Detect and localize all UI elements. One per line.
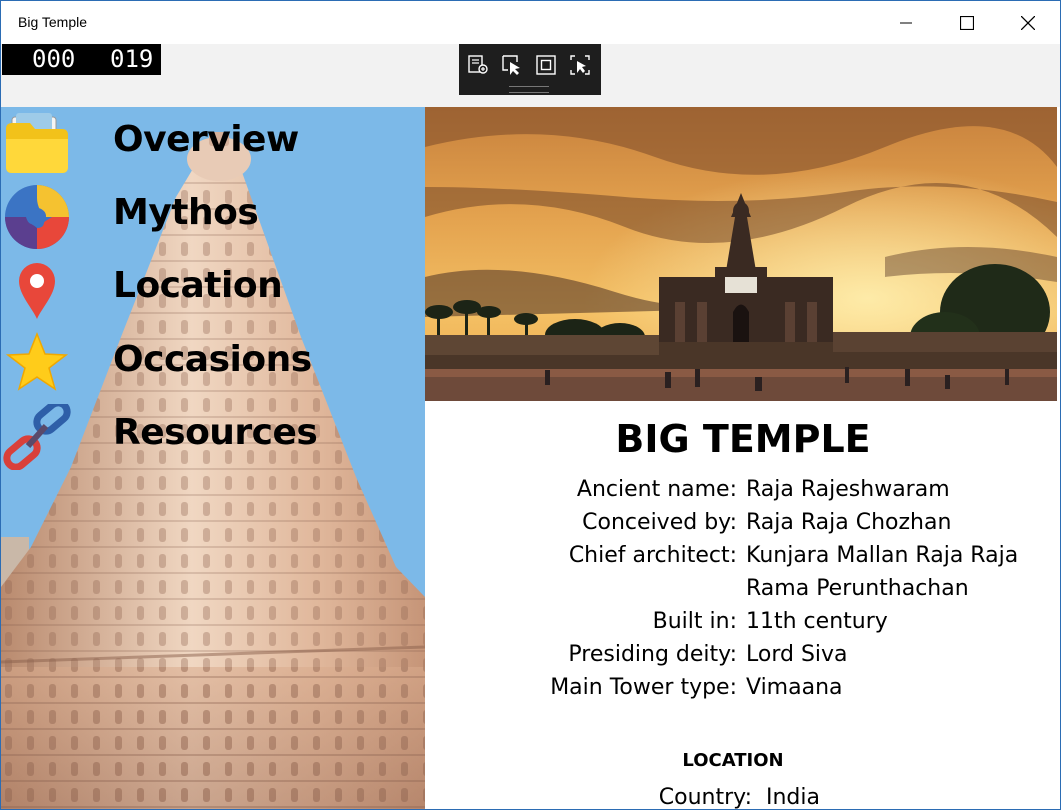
details-panel: BIG TEMPLE Ancient name: Raja Rajeshwara… xyxy=(425,401,1057,810)
track-focused-element-icon xyxy=(570,55,590,75)
minimize-button[interactable] xyxy=(883,1,929,44)
nav-label-mythos: Mythos xyxy=(113,192,259,233)
minimize-icon xyxy=(900,22,912,23)
title-bar: Big Temple xyxy=(1,1,1060,44)
track-focused-element-button[interactable] xyxy=(567,52,593,78)
toolbar-grip[interactable] xyxy=(509,86,549,93)
detail-value: Kunjara Mallan Raja Raja xyxy=(746,543,1019,568)
close-button[interactable] xyxy=(1005,1,1051,44)
detail-value: Lord Siva xyxy=(746,642,848,667)
debug-toolbar xyxy=(459,44,601,95)
maximize-button[interactable] xyxy=(944,1,990,44)
detail-label: Built in: xyxy=(652,609,737,634)
detail-value: Vimaana xyxy=(746,675,843,700)
detail-value: Raja Raja Chozhan xyxy=(746,510,952,535)
detail-value: Raja Rajeshwaram xyxy=(746,477,950,502)
nav-label-resources: Resources xyxy=(113,412,318,453)
nav-label-overview: Overview xyxy=(113,119,299,160)
frame-counter-left: 000 xyxy=(32,45,76,73)
map-pin-icon xyxy=(19,263,55,319)
temple-hero-image xyxy=(425,107,1057,401)
nav-label-location: Location xyxy=(113,265,283,306)
display-layout-adorners-button[interactable] xyxy=(533,52,559,78)
close-icon xyxy=(1021,15,1035,30)
nav-item-resources[interactable]: Resources xyxy=(1,404,425,470)
maximize-icon xyxy=(960,15,974,30)
select-element-button[interactable] xyxy=(499,52,525,78)
detail-value: Rama Perunthachan xyxy=(746,576,969,601)
frame-counter-right: 019 xyxy=(110,45,154,73)
page-title: BIG TEMPLE xyxy=(425,417,1057,461)
folder-icon xyxy=(6,113,68,173)
nav-item-mythos[interactable]: Mythos xyxy=(1,184,425,250)
detail-value: 11th century xyxy=(746,609,888,634)
location-heading: LOCATION xyxy=(425,750,1057,771)
nav-item-occasions[interactable]: Occasions xyxy=(1,331,425,397)
link-icon xyxy=(3,404,71,470)
window-title: Big Temple xyxy=(18,14,88,30)
star-icon xyxy=(5,331,69,391)
nav-label-occasions: Occasions xyxy=(113,339,312,380)
live-visual-tree-icon xyxy=(468,55,488,74)
detail-label: Ancient name: xyxy=(576,477,737,502)
nav-item-location[interactable]: Location xyxy=(1,257,425,323)
detail-label: Conceived by: xyxy=(582,510,737,535)
location-value: India xyxy=(766,785,820,810)
display-layout-adorners-icon xyxy=(536,55,556,75)
frame-rate-counter: 000 019 xyxy=(2,44,161,75)
nav-item-overview[interactable]: Overview xyxy=(1,111,425,177)
nav-panel: Overview Mythos Location Occasions Resou… xyxy=(1,107,425,810)
detail-label: Presiding deity: xyxy=(568,642,737,667)
detail-label: Main Tower type: xyxy=(550,675,737,700)
live-visual-tree-button[interactable] xyxy=(465,52,491,78)
location-label: Country: xyxy=(658,785,752,810)
select-element-icon xyxy=(502,55,520,75)
puzzle-icon xyxy=(5,185,69,249)
location-heading-text: LOCATION xyxy=(682,750,784,771)
detail-label: Chief architect: xyxy=(568,543,737,568)
page-title-text: BIG TEMPLE xyxy=(615,417,871,461)
